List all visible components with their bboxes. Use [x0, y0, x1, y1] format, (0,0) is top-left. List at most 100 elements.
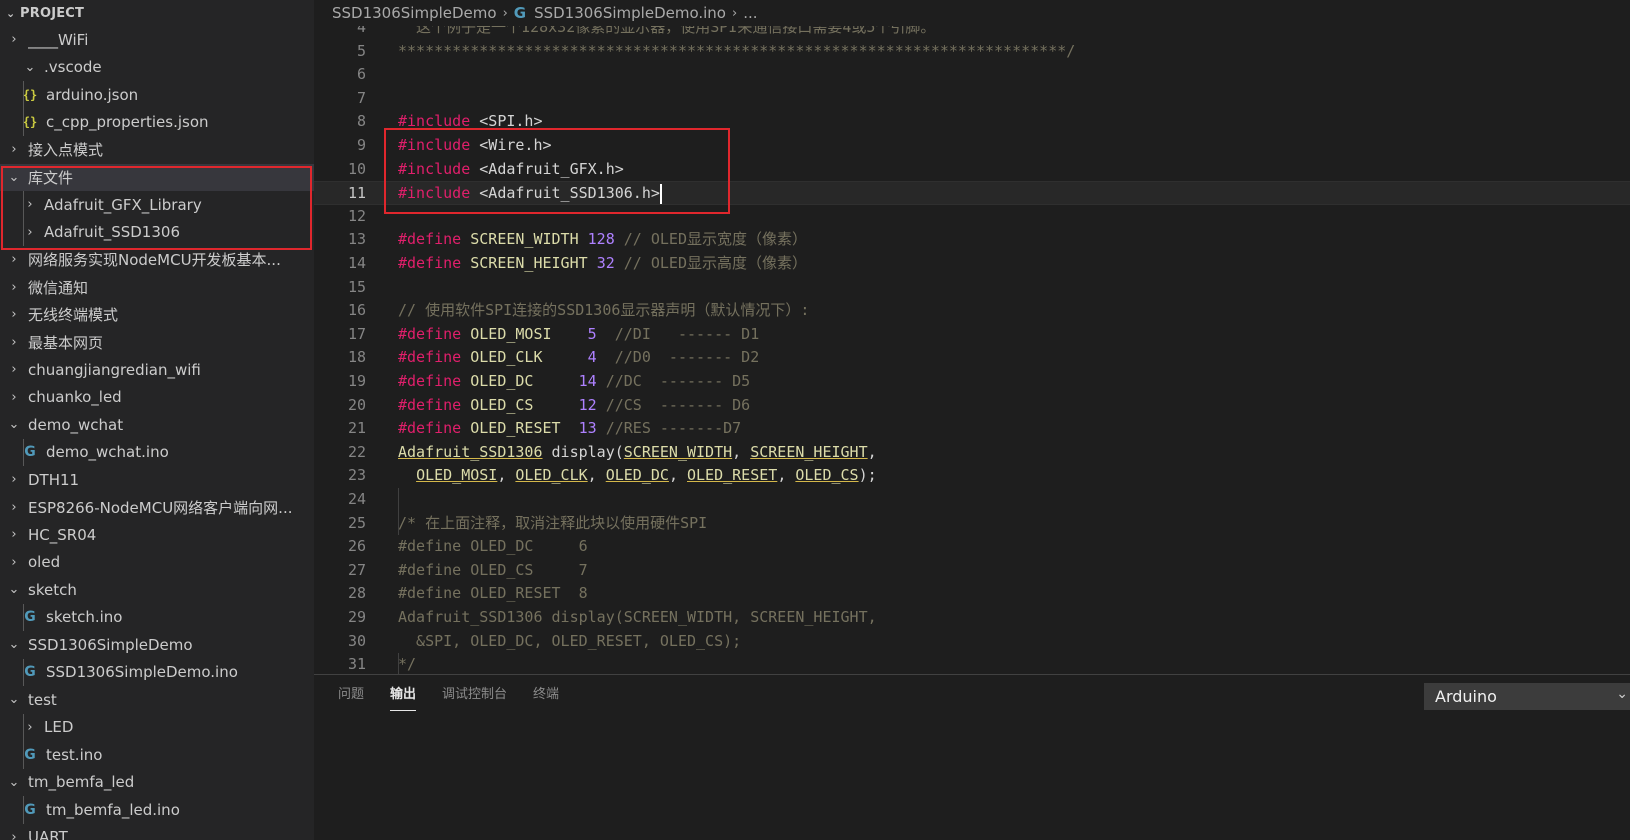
tree-item-label: demo_wchat.ino — [46, 443, 169, 462]
tree-item[interactable]: › chuanko_led — [0, 384, 314, 412]
tree-item[interactable]: › 接入点模式 — [0, 136, 314, 164]
tree-item[interactable]: › ESP8266-NodeMCU网络客户端向网... — [0, 494, 314, 522]
chevron-right-icon: › — [502, 5, 508, 21]
code-editor[interactable]: 4 这个例子是一个128x32像素的显示器，使用SPI来通信接口需要4或5个引脚… — [314, 26, 1630, 674]
line-number: 6 — [356, 65, 366, 84]
line-number: 30 — [347, 631, 366, 650]
chevron-down-icon[interactable]: ⌄ — [6, 417, 22, 432]
chevron-right-icon[interactable]: › — [6, 307, 22, 322]
chevron-right-icon[interactable]: › — [6, 142, 22, 157]
chevron-right-icon[interactable]: › — [6, 555, 22, 570]
tree-item[interactable]: › 网络服务实现NodeMCU开发板基本... — [0, 246, 314, 274]
commented-code: #define OLED_DC 6 — [398, 537, 588, 556]
chevron-down-icon[interactable]: ⌄ — [6, 170, 22, 185]
tree-item[interactable]: ⌄ SSD1306SimpleDemo — [0, 631, 314, 659]
chevron-right-icon[interactable]: › — [6, 362, 22, 377]
chevron-right-icon[interactable]: › — [22, 197, 38, 212]
tree-item[interactable]: ⌄ 库文件 — [0, 163, 314, 191]
code-line: 14 #define SCREEN_HEIGHT 32 // OLED显示高度（像… — [314, 252, 1630, 276]
tab-output[interactable]: 输出 — [390, 683, 417, 713]
include-target: <Adafruit_GFX.h> — [470, 159, 624, 178]
code-line: 18 #define OLED_CLK 4 //D0 ------- D2 — [314, 346, 1630, 370]
preprocessor-keyword: #include — [398, 136, 471, 154]
chevron-right-icon[interactable]: › — [6, 500, 22, 515]
breadcrumb-trail[interactable]: ... — [743, 4, 757, 22]
line-number: 15 — [347, 277, 366, 296]
tree-item[interactable]: Gtm_bemfa_led.ino — [0, 796, 314, 824]
code-comment: //CS ------- D6 — [605, 395, 751, 414]
tree-item[interactable]: › 最基本网页 — [0, 329, 314, 357]
tree-item[interactable]: {} arduino.json — [0, 81, 314, 109]
chevron-right-icon[interactable]: › — [6, 32, 22, 47]
tree-item-label: Adafruit_GFX_Library — [44, 195, 202, 214]
tree-item-label: DTH11 — [28, 470, 80, 489]
chevron-right-icon[interactable]: › — [6, 252, 22, 267]
code-text: Adafruit_SSD1306 display(SCREEN_WIDTH, S… — [398, 441, 877, 465]
tree-item[interactable]: › DTH11 — [0, 466, 314, 494]
tree-item[interactable]: ⌄ .vscode — [0, 54, 314, 82]
code-line: 25 /* 在上面注释，取消注释此块以使用硬件SPI — [314, 512, 1630, 536]
chevron-right-icon[interactable]: › — [6, 472, 22, 487]
code-padding — [533, 372, 569, 390]
tree-item[interactable]: › UART — [0, 824, 314, 840]
tree-item[interactable]: › 微信通知 — [0, 274, 314, 302]
tree-item[interactable]: Gdemo_wchat.ino — [0, 438, 314, 466]
include-target: <SPI.h> — [470, 112, 543, 131]
chevron-right-icon: › — [732, 5, 738, 21]
tree-item-label: sketch — [28, 580, 77, 599]
code-text-span: , — [867, 442, 877, 461]
breadcrumb: SSD1306SimpleDemo › G SSD1306SimpleDemo.… — [314, 0, 1630, 26]
code-line: 10 #include <Adafruit_GFX.h> — [314, 158, 1630, 182]
tree-item[interactable]: ⌄ tm_bemfa_led — [0, 769, 314, 797]
macro-value: 4 — [587, 348, 597, 367]
tab-problems[interactable]: 问题 — [338, 683, 364, 713]
panel-tabs: 问题 输出 调试控制台 终端 — [338, 683, 585, 713]
chevron-down-icon[interactable]: ⌄ — [22, 60, 38, 75]
breadcrumb-folder[interactable]: SSD1306SimpleDemo — [332, 4, 497, 22]
indent-guide — [23, 191, 24, 219]
tree-item[interactable]: Gsketch.ino — [0, 603, 314, 631]
chevron-down-icon[interactable]: ⌄ — [6, 637, 22, 652]
chevron-down-icon[interactable]: ⌄ — [6, 692, 22, 707]
project-header[interactable]: ⌄ PROJECT — [0, 0, 314, 26]
macro-value: 128 — [587, 230, 615, 249]
tree-item-label: ____WiFi — [28, 30, 89, 49]
macro-name: OLED_CS — [470, 395, 534, 414]
explorer-sidebar: ⌄ PROJECT › ____WiFi ⌄ .vscode {} arduino.jso… — [0, 0, 314, 840]
output-channel-select[interactable]: Arduino ⌄ — [1424, 683, 1630, 710]
code-text: #define OLED_RESET 8 — [398, 582, 588, 606]
chevron-right-icon[interactable]: › — [22, 720, 38, 735]
tree-item[interactable]: › 无线终端模式 — [0, 301, 314, 329]
tree-item[interactable]: › Adafruit_GFX_Library — [0, 191, 314, 219]
tree-item-label: test.ino — [46, 745, 103, 764]
tree-item[interactable]: {} c_cpp_properties.json — [0, 108, 314, 136]
chevron-right-icon[interactable]: › — [6, 527, 22, 542]
chevron-right-icon[interactable]: › — [22, 225, 38, 240]
tab-terminal[interactable]: 终端 — [533, 683, 559, 713]
tree-item[interactable]: Gtest.ino — [0, 741, 314, 769]
tree-item-label: chuangjiangredian_wifi — [28, 360, 201, 379]
breadcrumb-file[interactable]: SSD1306SimpleDemo.ino — [534, 4, 726, 22]
tree-item[interactable]: › chuangjiangredian_wifi — [0, 356, 314, 384]
tree-item[interactable]: › LED — [0, 713, 314, 741]
tree-item[interactable]: › Adafruit_SSD1306 — [0, 218, 314, 246]
chevron-right-icon[interactable]: › — [6, 830, 22, 840]
tree-item[interactable]: ⌄ test — [0, 686, 314, 714]
chevron-right-icon[interactable]: › — [6, 335, 22, 350]
tree-item-label: 无线终端模式 — [28, 306, 119, 325]
chevron-right-icon[interactable]: › — [6, 390, 22, 405]
tree-item[interactable]: › oled — [0, 549, 314, 577]
code-text-span: display( — [542, 442, 624, 461]
tree-item[interactable]: › ____WiFi — [0, 26, 314, 54]
tree-item[interactable]: ⌄ sketch — [0, 576, 314, 604]
chevron-right-icon[interactable]: › — [6, 280, 22, 295]
chevron-down-icon[interactable]: ⌄ — [6, 582, 22, 597]
chevron-down-icon[interactable]: ⌄ — [6, 775, 22, 790]
macro-ref: OLED_CS — [795, 466, 859, 485]
tree-item[interactable]: › HC_SR04 — [0, 521, 314, 549]
code-line: 26 #define OLED_DC 6 — [314, 535, 1630, 559]
tree-item[interactable]: G SSD1306SimpleDemo.ino — [0, 658, 314, 686]
tab-debug-console[interactable]: 调试控制台 — [442, 683, 507, 713]
preprocessor-keyword: #define — [398, 348, 462, 367]
tree-item[interactable]: ⌄ demo_wchat — [0, 411, 314, 439]
